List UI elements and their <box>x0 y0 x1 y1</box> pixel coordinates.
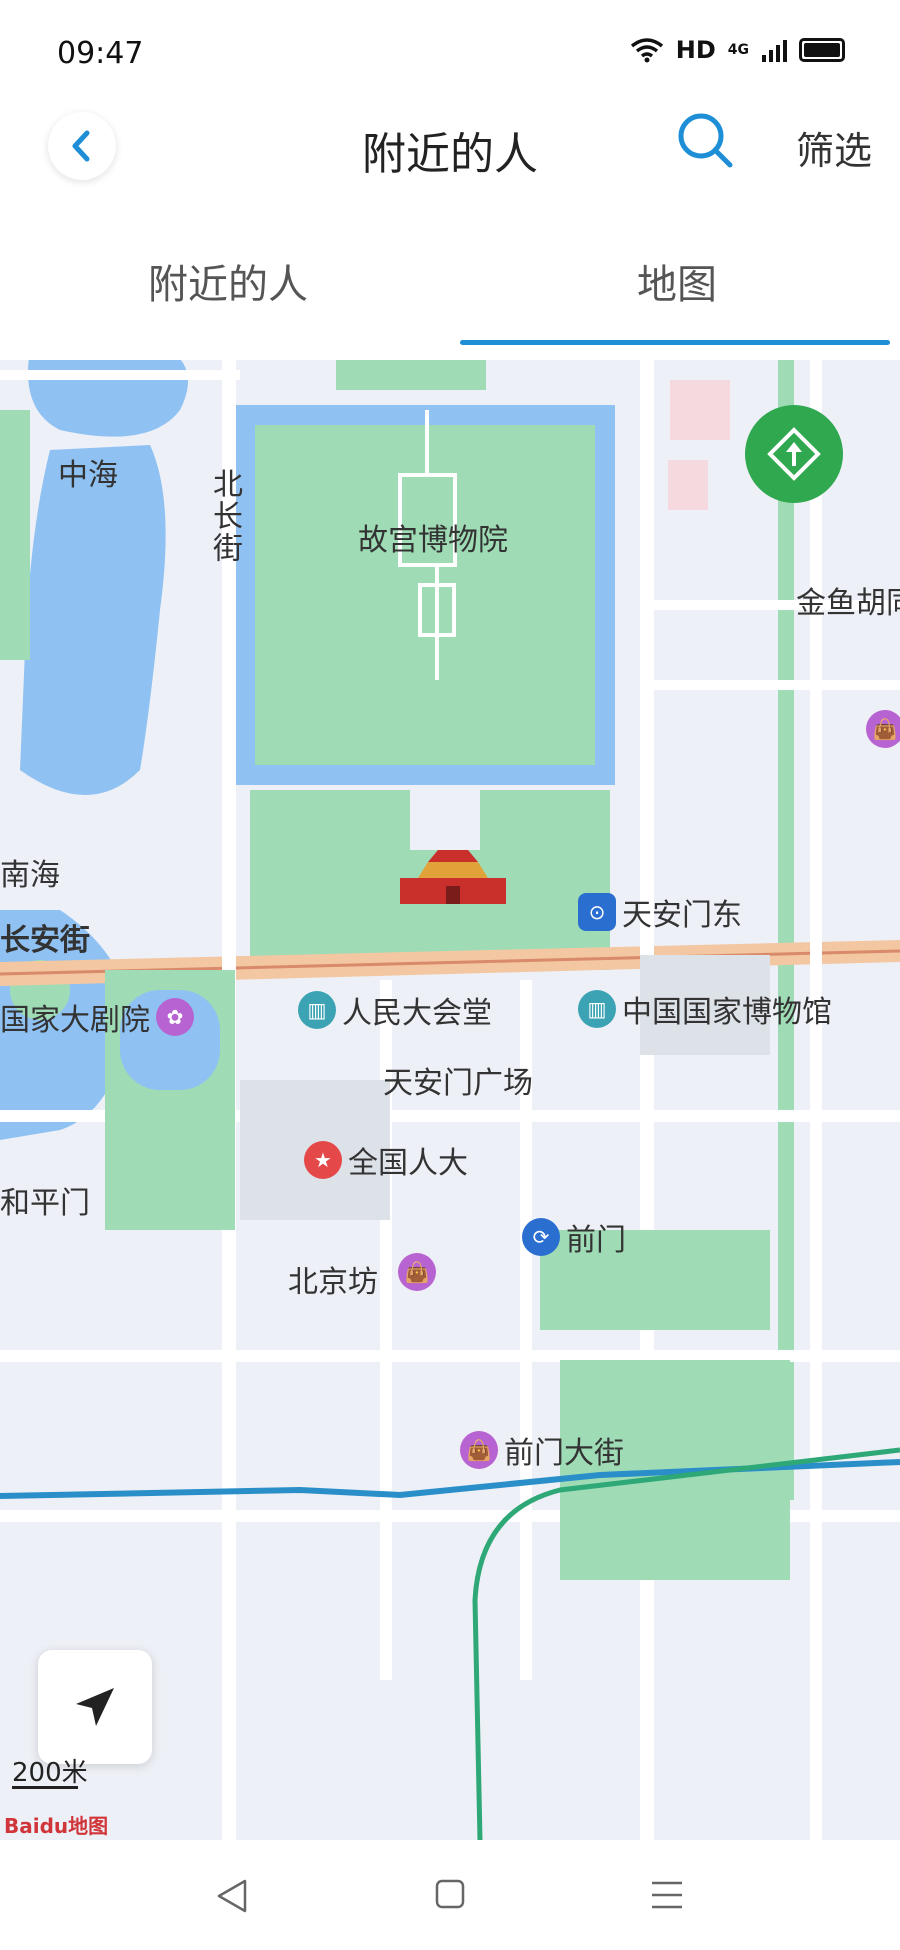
poi-qianmen-street[interactable]: 👜 前门大街 <box>460 1428 624 1472</box>
theater-icon: ✿ <box>156 998 194 1036</box>
metro-icon: ⊙ <box>578 893 616 931</box>
label-tiananmen-square: 天安门广场 <box>383 1066 533 1101</box>
tab-indicator <box>460 340 890 345</box>
signal-type: 4G <box>727 42 749 58</box>
label-beichangjie: 北长街 <box>207 468 242 564</box>
search-button[interactable] <box>675 110 735 170</box>
lake-zhonghai <box>20 445 166 795</box>
poi-npc[interactable]: ★ 全国人大 <box>304 1138 468 1182</box>
star-icon: ★ <box>304 1141 342 1179</box>
shopping-bag-icon: 👜 <box>866 710 900 748</box>
shopping-bag-icon: 👜 <box>460 1431 498 1469</box>
tiananmen-landmark-icon <box>398 848 508 908</box>
tab-nearby-people[interactable]: 附近的人 <box>148 252 308 310</box>
status-bar: 09:47 HD 4G <box>0 0 900 100</box>
network-type: HD <box>675 36 716 64</box>
label-zhonghai: 中海 <box>58 458 118 493</box>
poi-right-shop[interactable]: 👜 <box>866 710 900 748</box>
tab-map[interactable]: 地图 <box>637 252 717 310</box>
wifi-icon <box>630 38 663 63</box>
scale-label: 200米 <box>12 1758 88 1788</box>
label-nanhai: 南海 <box>0 858 60 893</box>
baidu-map-logo: Baidu地图 <box>4 1814 109 1838</box>
label-heping-men: 和平门 <box>0 1186 90 1221</box>
poi-national-museum[interactable]: ▥ 中国国家博物馆 <box>578 987 832 1031</box>
menu-nav-icon[interactable] <box>650 1878 684 1912</box>
shopping-bag-icon: 👜 <box>398 1253 436 1291</box>
locate-button[interactable] <box>38 1650 152 1764</box>
green-strip-right <box>778 350 794 1500</box>
poi-great-hall[interactable]: ▥ 人民大会堂 <box>298 988 492 1032</box>
label-changanjie: 长安街 <box>0 923 90 958</box>
route-icon <box>767 427 821 481</box>
poi-national-theater[interactable]: 国家大剧院 ✿ <box>0 995 194 1039</box>
page-title: 附近的人 <box>362 129 538 180</box>
metro-icon: ⟳ <box>522 1218 560 1256</box>
scale-bar <box>12 1786 78 1789</box>
tab-bar: 附近的人 地图 <box>0 230 900 350</box>
battery-icon <box>799 38 845 62</box>
map-view[interactable]: 中海 北长街 故宫博物院 金鱼胡同 南海 长安街 天安门广场 北京坊 和平门 ⊙… <box>0 350 900 1840</box>
status-time: 09:47 <box>57 36 144 71</box>
lake-top <box>28 350 188 437</box>
label-beijingfang: 北京坊 <box>288 1265 378 1300</box>
label-jinyuhutong: 金鱼胡同 <box>796 586 900 621</box>
home-nav-icon[interactable] <box>434 1878 466 1910</box>
poi-tiananmen-east[interactable]: ⊙ 天安门东 <box>578 890 742 934</box>
signal-icon <box>762 40 787 62</box>
system-nav-bar <box>0 1840 900 1950</box>
search-icon <box>678 113 733 168</box>
back-nav-icon[interactable] <box>215 1878 249 1914</box>
status-icons: HD 4G <box>630 36 845 64</box>
filter-button[interactable]: 筛选 <box>796 120 872 175</box>
label-gugong: 故宫博物院 <box>358 523 508 558</box>
route-button[interactable] <box>745 405 843 503</box>
app-header: 附近的人 筛选 <box>0 100 900 190</box>
navigation-arrow-icon <box>76 1688 114 1726</box>
poi-qianmen[interactable]: ⟳ 前门 <box>522 1215 626 1259</box>
museum-icon: ▥ <box>578 990 616 1028</box>
building-icon: ▥ <box>298 991 336 1029</box>
park-left <box>0 410 30 660</box>
poi-beijingfang-shop[interactable]: 👜 <box>398 1253 436 1291</box>
